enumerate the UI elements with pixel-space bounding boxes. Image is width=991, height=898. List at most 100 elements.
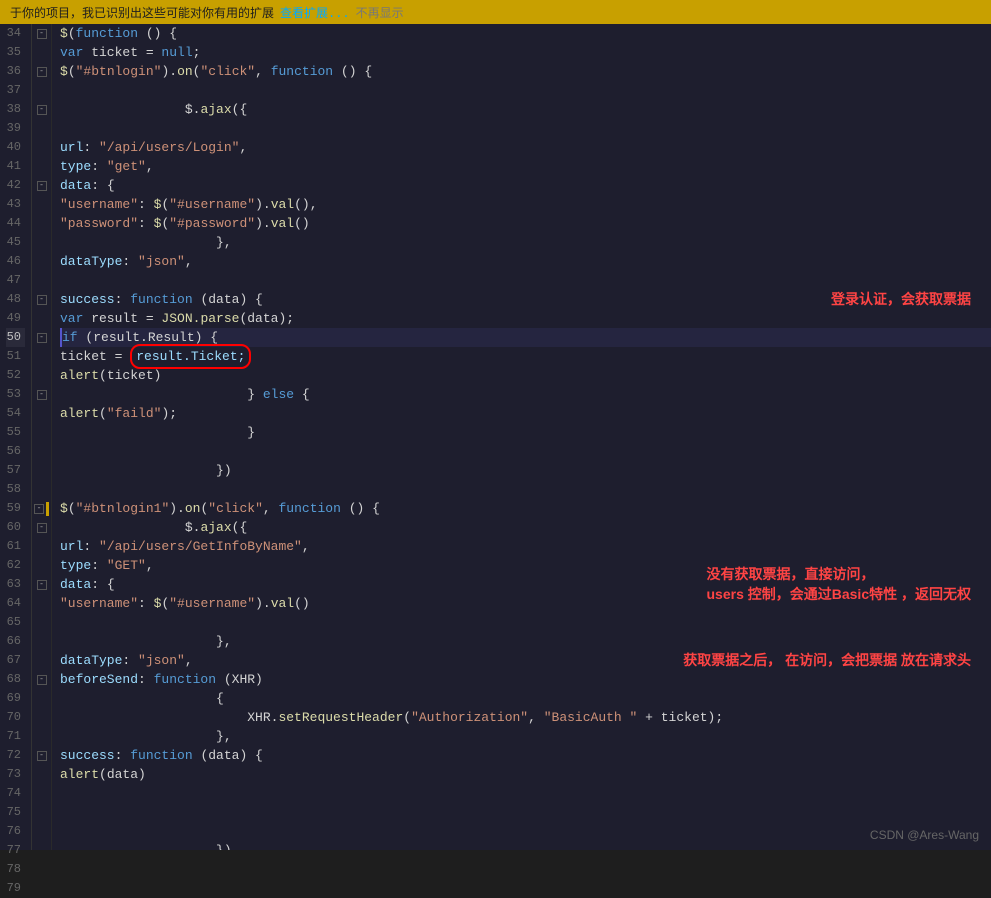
bp-cell-54 (32, 404, 51, 423)
editor-area: 3435363738394041424344454647484950515253… (0, 24, 991, 850)
line-number-70: 70 (6, 708, 25, 727)
bp-cell-51 (32, 347, 51, 366)
line-number-61: 61 (6, 537, 25, 556)
code-line-75 (60, 803, 991, 822)
line-number-63: 63 (6, 575, 25, 594)
code-line-47 (60, 271, 991, 290)
bp-cell-34: - (32, 24, 51, 43)
code-line-66: }, (60, 632, 991, 651)
bp-cell-52 (32, 366, 51, 385)
code-line-52: alert(ticket) (60, 366, 991, 385)
code-line-46: dataType: "json", (60, 252, 991, 271)
code-line-59: $("#btnlogin1").on("click", function () … (60, 499, 991, 518)
code-line-45: }, (60, 233, 991, 252)
line-number-69: 69 (6, 689, 25, 708)
bp-cell-68: - (32, 670, 51, 689)
code-line-41: type: "get", (60, 157, 991, 176)
bp-cell-58 (32, 480, 51, 499)
line-number-39: 39 (6, 119, 25, 138)
code-line-70: XHR.setRequestHeader("Authorization", "B… (60, 708, 991, 727)
watermark: CSDN @Ares-Wang (870, 828, 979, 842)
code-line-48: success: function (data) {登录认证，会获取票据 (60, 290, 991, 309)
line-number-71: 71 (6, 727, 25, 746)
bp-cell-79 (32, 879, 51, 898)
bp-cell-63: - (32, 575, 51, 594)
code-line-38: $.ajax({ (60, 100, 991, 119)
bp-cell-37 (32, 81, 51, 100)
code-line-73: alert(data) (60, 765, 991, 784)
bp-cell-67 (32, 651, 51, 670)
line-number-42: 42 (6, 176, 25, 195)
line-number-77: 77 (6, 841, 25, 860)
bp-cell-71 (32, 727, 51, 746)
bp-cell-78 (32, 860, 51, 879)
line-number-45: 45 (6, 233, 25, 252)
line-number-44: 44 (6, 214, 25, 233)
line-number-54: 54 (6, 404, 25, 423)
bp-cell-53: - (32, 385, 51, 404)
code-line-53: } else { (60, 385, 991, 404)
bp-cell-62 (32, 556, 51, 575)
code-line-74 (60, 784, 991, 803)
bp-cell-66 (32, 632, 51, 651)
code-line-51: ticket = result.Ticket; (60, 347, 991, 366)
bp-cell-64 (32, 594, 51, 613)
line-number-76: 76 (6, 822, 25, 841)
line-number-73: 73 (6, 765, 25, 784)
line-number-53: 53 (6, 385, 25, 404)
bp-cell-48: - (32, 290, 51, 309)
line-number-67: 67 (6, 651, 25, 670)
banner-dismiss[interactable]: 不再显示 (356, 4, 404, 21)
bp-cell-49 (32, 309, 51, 328)
code-line-69: { (60, 689, 991, 708)
code-line-77: }) (60, 841, 991, 850)
bp-cell-76 (32, 822, 51, 841)
bp-cell-40 (32, 138, 51, 157)
code-line-63: data: {没有获取票据，直接访问，users 控制，会通过Basic特性 ，… (60, 575, 991, 594)
line-number-34: 34 (6, 24, 25, 43)
line-number-52: 52 (6, 366, 25, 385)
banner-text: 于你的项目，我已识别出这些可能对你有用的扩展 (10, 4, 274, 21)
bp-cell-57 (32, 461, 51, 480)
line-number-47: 47 (6, 271, 25, 290)
bp-cell-61 (32, 537, 51, 556)
annotation-ticket-header: 获取票据之后， 在访问，会把票据 放在请求头 (683, 651, 971, 670)
line-number-72: 72 (6, 746, 25, 765)
line-number-78: 78 (6, 860, 25, 879)
line-number-43: 43 (6, 195, 25, 214)
code-line-67: dataType: "json",获取票据之后， 在访问，会把票据 放在请求头 (60, 651, 991, 670)
line-number-57: 57 (6, 461, 25, 480)
bp-cell-46 (32, 252, 51, 271)
code-content: $(function () { var ticket = null; $("#b… (52, 24, 991, 850)
code-line-58 (60, 480, 991, 499)
code-line-55: } (60, 423, 991, 442)
line-number-35: 35 (6, 43, 25, 62)
line-number-58: 58 (6, 480, 25, 499)
bp-cell-72: - (32, 746, 51, 765)
line-number-60: 60 (6, 518, 25, 537)
code-line-35: var ticket = null; (60, 43, 991, 62)
bp-cell-42: - (32, 176, 51, 195)
code-line-54: alert("faild"); (60, 404, 991, 423)
view-extensions-link[interactable]: 查看扩展... (280, 4, 350, 21)
code-line-36: $("#btnlogin").on("click", function () { (60, 62, 991, 81)
line-number-50: 50 (6, 328, 25, 347)
line-number-48: 48 (6, 290, 25, 309)
line-number-51: 51 (6, 347, 25, 366)
line-number-46: 46 (6, 252, 25, 271)
code-line-34: $(function () { (60, 24, 991, 43)
line-number-40: 40 (6, 138, 25, 157)
bp-cell-43 (32, 195, 51, 214)
line-number-55: 55 (6, 423, 25, 442)
line-number-49: 49 (6, 309, 25, 328)
line-number-56: 56 (6, 442, 25, 461)
code-line-44: "password": $("#password").val() (60, 214, 991, 233)
bp-cell-75 (32, 803, 51, 822)
bp-cell-70 (32, 708, 51, 727)
bp-cell-38: - (32, 100, 51, 119)
code-line-71: }, (60, 727, 991, 746)
line-number-37: 37 (6, 81, 25, 100)
annotation-login: 登录认证，会获取票据 (831, 290, 971, 309)
bp-cell-44 (32, 214, 51, 233)
line-number-59: 59 (6, 499, 25, 518)
